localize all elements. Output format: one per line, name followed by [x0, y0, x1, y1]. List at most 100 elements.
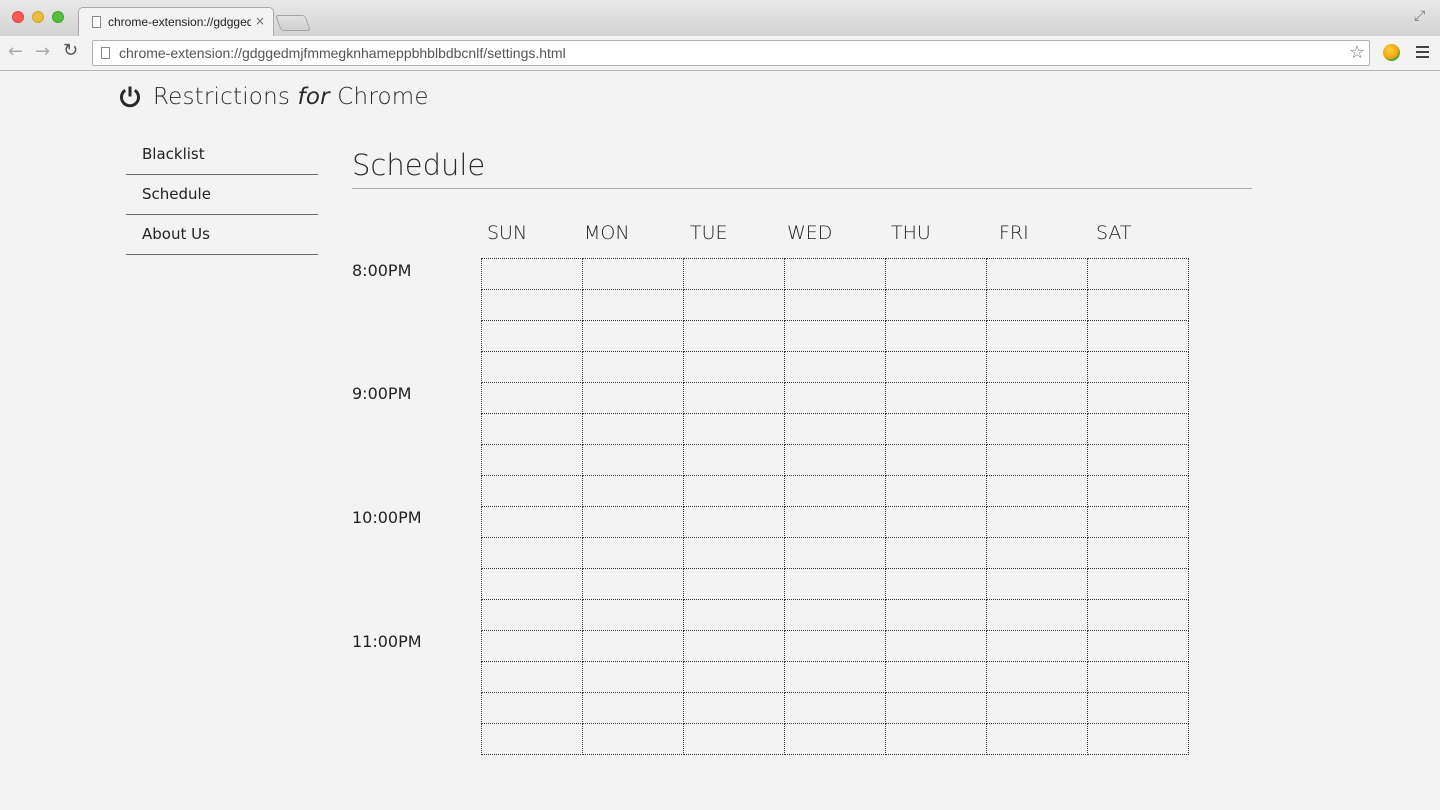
sidebar-item-about-us[interactable]: About Us	[126, 215, 318, 255]
schedule-cell-fri[interactable]	[986, 661, 1088, 693]
schedule-cell-thu[interactable]	[885, 630, 987, 662]
schedule-cell-sat[interactable]	[1087, 382, 1189, 414]
schedule-cell-sun[interactable]	[481, 568, 583, 600]
schedule-cell-sat[interactable]	[1087, 599, 1189, 631]
schedule-cell-sat[interactable]	[1087, 413, 1189, 445]
schedule-cell-wed[interactable]	[784, 537, 886, 569]
schedule-cell-thu[interactable]	[885, 320, 987, 352]
schedule-cell-sat[interactable]	[1087, 351, 1189, 383]
schedule-cell-wed[interactable]	[784, 382, 886, 414]
schedule-cell-fri[interactable]	[986, 351, 1088, 383]
extension-icon[interactable]	[1383, 44, 1400, 61]
schedule-cell-wed[interactable]	[784, 630, 886, 662]
schedule-cell-thu[interactable]	[885, 506, 987, 538]
schedule-cell-tue[interactable]	[683, 723, 785, 755]
schedule-cell-fri[interactable]	[986, 630, 1088, 662]
schedule-cell-mon[interactable]	[582, 723, 684, 755]
address-bar[interactable]: chrome-extension://gdggedmjfmmegknhamepp…	[92, 40, 1370, 66]
schedule-cell-tue[interactable]	[683, 630, 785, 662]
schedule-cell-sun[interactable]	[481, 661, 583, 693]
schedule-cell-sat[interactable]	[1087, 661, 1189, 693]
schedule-cell-mon[interactable]	[582, 630, 684, 662]
schedule-cell-mon[interactable]	[582, 320, 684, 352]
schedule-cell-tue[interactable]	[683, 537, 785, 569]
schedule-cell-mon[interactable]	[582, 661, 684, 693]
schedule-cell-sun[interactable]	[481, 413, 583, 445]
schedule-cell-sun[interactable]	[481, 537, 583, 569]
schedule-cell-thu[interactable]	[885, 289, 987, 321]
schedule-cell-tue[interactable]	[683, 444, 785, 476]
schedule-cell-wed[interactable]	[784, 289, 886, 321]
tab-close-icon[interactable]: ×	[255, 14, 265, 28]
schedule-cell-thu[interactable]	[885, 382, 987, 414]
schedule-cell-sat[interactable]	[1087, 289, 1189, 321]
schedule-cell-sat[interactable]	[1087, 630, 1189, 662]
schedule-cell-wed[interactable]	[784, 258, 886, 290]
schedule-cell-thu[interactable]	[885, 692, 987, 724]
sidebar-item-blacklist[interactable]: Blacklist	[126, 135, 318, 175]
schedule-cell-sun[interactable]	[481, 506, 583, 538]
schedule-cell-mon[interactable]	[582, 258, 684, 290]
schedule-cell-tue[interactable]	[683, 413, 785, 445]
schedule-cell-sun[interactable]	[481, 289, 583, 321]
schedule-cell-mon[interactable]	[582, 289, 684, 321]
schedule-cell-fri[interactable]	[986, 506, 1088, 538]
schedule-cell-sat[interactable]	[1087, 320, 1189, 352]
schedule-cell-mon[interactable]	[582, 475, 684, 507]
schedule-cell-mon[interactable]	[582, 537, 684, 569]
schedule-cell-sat[interactable]	[1087, 568, 1189, 600]
schedule-cell-tue[interactable]	[683, 351, 785, 383]
url-text[interactable]: chrome-extension://gdggedmjfmmegknhamepp…	[119, 45, 566, 61]
schedule-cell-sun[interactable]	[481, 475, 583, 507]
schedule-cell-sat[interactable]	[1087, 537, 1189, 569]
schedule-cell-thu[interactable]	[885, 475, 987, 507]
schedule-cell-mon[interactable]	[582, 506, 684, 538]
schedule-cell-tue[interactable]	[683, 599, 785, 631]
back-icon[interactable]: ←	[8, 41, 23, 62]
schedule-cell-fri[interactable]	[986, 444, 1088, 476]
schedule-cell-mon[interactable]	[582, 413, 684, 445]
schedule-cell-tue[interactable]	[683, 320, 785, 352]
schedule-cell-sat[interactable]	[1087, 258, 1189, 290]
sidebar-item-schedule[interactable]: Schedule	[126, 175, 318, 215]
schedule-cell-fri[interactable]	[986, 599, 1088, 631]
schedule-cell-tue[interactable]	[683, 382, 785, 414]
schedule-cell-tue[interactable]	[683, 475, 785, 507]
schedule-cell-thu[interactable]	[885, 599, 987, 631]
window-minimize-button[interactable]	[32, 11, 44, 23]
schedule-cell-sun[interactable]	[481, 599, 583, 631]
schedule-cell-sat[interactable]	[1087, 723, 1189, 755]
schedule-cell-tue[interactable]	[683, 289, 785, 321]
fullscreen-icon[interactable]: ⤢	[1414, 8, 1425, 24]
reload-icon[interactable]: ↻	[63, 40, 78, 61]
schedule-cell-fri[interactable]	[986, 413, 1088, 445]
schedule-cell-tue[interactable]	[683, 568, 785, 600]
schedule-cell-wed[interactable]	[784, 351, 886, 383]
schedule-cell-fri[interactable]	[986, 537, 1088, 569]
schedule-cell-fri[interactable]	[986, 382, 1088, 414]
schedule-cell-thu[interactable]	[885, 537, 987, 569]
schedule-cell-thu[interactable]	[885, 413, 987, 445]
schedule-cell-wed[interactable]	[784, 599, 886, 631]
schedule-cell-sun[interactable]	[481, 723, 583, 755]
new-tab-button[interactable]	[275, 15, 311, 31]
schedule-cell-thu[interactable]	[885, 351, 987, 383]
schedule-cell-sun[interactable]	[481, 630, 583, 662]
schedule-cell-wed[interactable]	[784, 444, 886, 476]
schedule-cell-wed[interactable]	[784, 413, 886, 445]
schedule-cell-fri[interactable]	[986, 568, 1088, 600]
schedule-cell-wed[interactable]	[784, 475, 886, 507]
schedule-cell-mon[interactable]	[582, 444, 684, 476]
schedule-cell-sat[interactable]	[1087, 444, 1189, 476]
schedule-cell-sun[interactable]	[481, 320, 583, 352]
schedule-cell-sat[interactable]	[1087, 475, 1189, 507]
schedule-cell-wed[interactable]	[784, 506, 886, 538]
schedule-cell-tue[interactable]	[683, 258, 785, 290]
schedule-cell-thu[interactable]	[885, 568, 987, 600]
schedule-cell-wed[interactable]	[784, 723, 886, 755]
schedule-cell-sat[interactable]	[1087, 506, 1189, 538]
browser-tab[interactable]: chrome-extension://gdggedmjfmmegknhamepp…	[78, 7, 274, 36]
bookmark-star-icon[interactable]: ☆	[1349, 42, 1365, 63]
schedule-cell-tue[interactable]	[683, 692, 785, 724]
schedule-cell-sun[interactable]	[481, 258, 583, 290]
